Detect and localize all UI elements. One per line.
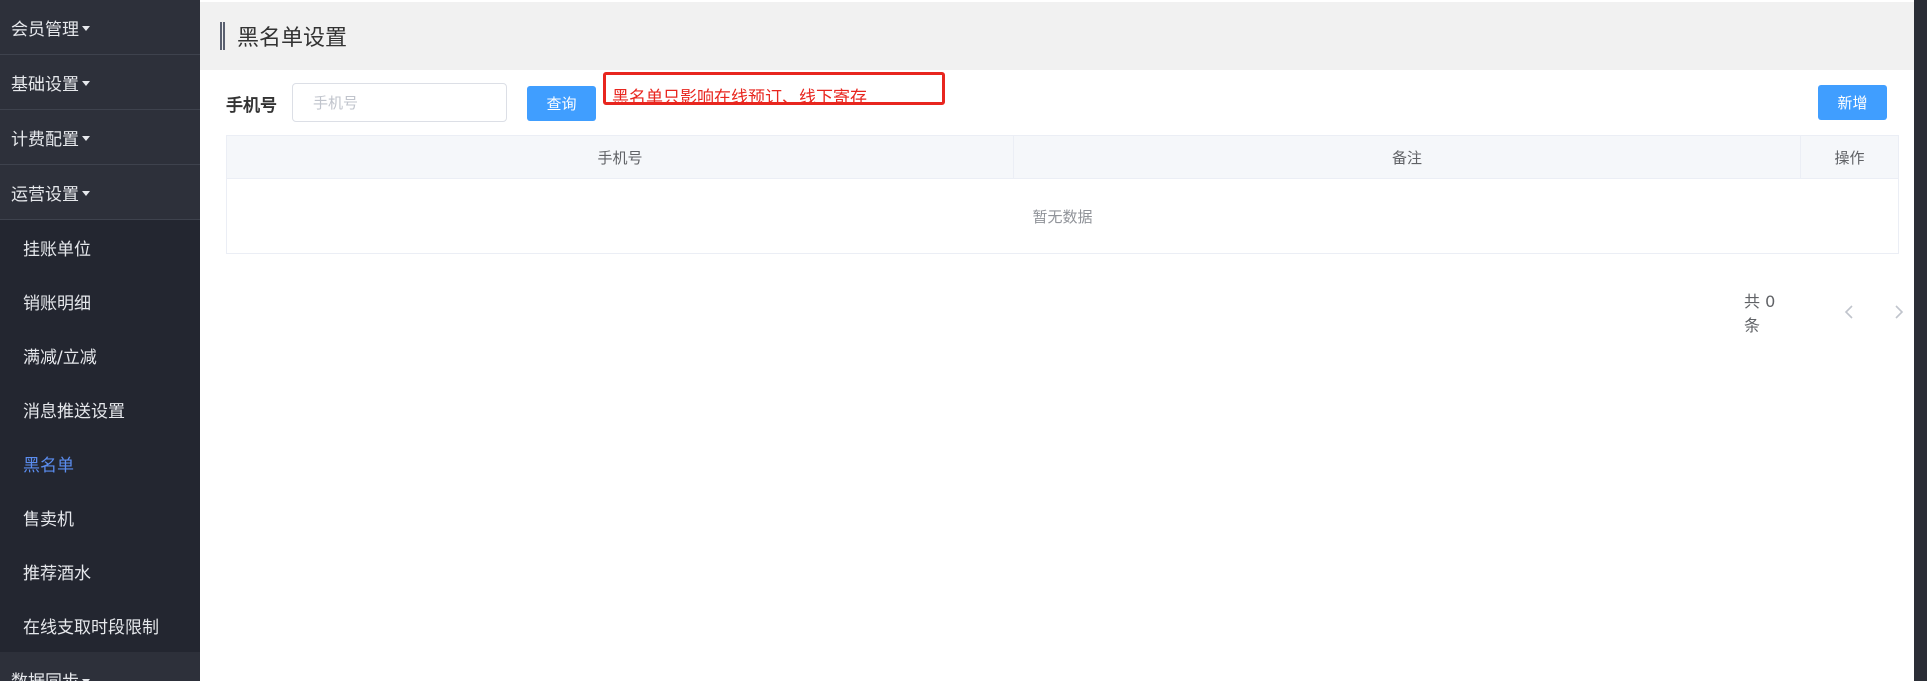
- caret-down-icon: [82, 191, 90, 196]
- chevron-right-icon: [1895, 305, 1904, 319]
- sidebar-item-label: 满减/立减: [23, 347, 97, 368]
- menu-group-basic[interactable]: 基础设置: [0, 55, 200, 110]
- menu-group-label: 基础设置: [11, 74, 79, 95]
- caret-down-icon: [82, 26, 90, 31]
- sidebar: 会员管理 基础设置 计费配置 运营设置 挂账单位 销账明细 满减/立减 消息推送…: [0, 0, 200, 681]
- column-header-remark: 备注: [1014, 136, 1801, 178]
- table-header-row: 手机号 备注 操作: [227, 136, 1898, 179]
- title-accent-bar: [220, 22, 225, 50]
- phone-search-input[interactable]: [292, 83, 507, 122]
- empty-text: 暂无数据: [1032, 207, 1093, 226]
- column-header-phone: 手机号: [227, 136, 1014, 178]
- caret-down-icon: [82, 136, 90, 141]
- sidebar-item-recommended-drinks[interactable]: 推荐酒水: [0, 544, 200, 598]
- chevron-left-icon: [1845, 305, 1853, 319]
- blacklist-table: 手机号 备注 操作 暂无数据: [226, 135, 1899, 254]
- caret-down-icon: [82, 81, 90, 86]
- menu-group-label: 计费配置: [11, 129, 79, 150]
- next-page-button[interactable]: [1884, 300, 1914, 324]
- sidebar-item-push-settings[interactable]: 消息推送设置: [0, 382, 200, 436]
- sidebar-item-label: 推荐酒水: [23, 563, 91, 584]
- sidebar-item-label: 黑名单: [23, 455, 74, 476]
- app-window: 会员管理 基础设置 计费配置 运营设置 挂账单位 销账明细 满减/立减 消息推送…: [0, 0, 1927, 681]
- menu-group-data-sync[interactable]: 数据同步: [0, 652, 200, 681]
- operations-submenu: 挂账单位 销账明细 满减/立减 消息推送设置 黑名单 售卖机 推荐酒水 在线支取…: [0, 220, 200, 652]
- menu-group-operations[interactable]: 运营设置: [0, 165, 200, 220]
- query-button[interactable]: 查询: [527, 86, 596, 121]
- pagination-total: 共 0 条: [1744, 292, 1776, 335]
- add-button[interactable]: 新增: [1818, 85, 1887, 120]
- sidebar-item-vending[interactable]: 售卖机: [0, 490, 200, 544]
- sidebar-item-label: 销账明细: [23, 293, 91, 314]
- sidebar-item-credit-unit[interactable]: 挂账单位: [0, 220, 200, 274]
- main-content: 黑名单设置 手机号 查询 黑名单只影响在线预订、线下寄存 新增 手机号 备注 操…: [200, 0, 1914, 681]
- sidebar-item-label: 挂账单位: [23, 239, 91, 260]
- phone-filter-label: 手机号: [226, 96, 277, 116]
- pagination: 共 0 条: [1744, 288, 1914, 336]
- window-right-edge: [1914, 0, 1927, 681]
- prev-page-button[interactable]: [1834, 300, 1864, 324]
- sidebar-item-online-withdraw-limit[interactable]: 在线支取时段限制: [0, 598, 200, 652]
- table-empty-state: 暂无数据: [227, 179, 1898, 253]
- notice-text: 黑名单只影响在线预订、线下寄存: [612, 88, 867, 108]
- sidebar-item-blacklist[interactable]: 黑名单: [0, 436, 200, 490]
- sidebar-item-label: 售卖机: [23, 509, 74, 530]
- column-header-action: 操作: [1834, 148, 1865, 167]
- sidebar-item-writeoff-detail[interactable]: 销账明细: [0, 274, 200, 328]
- sidebar-item-label: 在线支取时段限制: [23, 617, 159, 638]
- page-header: 黑名单设置: [200, 2, 1914, 70]
- page-title: 黑名单设置: [237, 26, 348, 51]
- menu-group-label: 运营设置: [11, 184, 79, 205]
- menu-group-billing[interactable]: 计费配置: [0, 110, 200, 165]
- menu-group-member[interactable]: 会员管理: [0, 0, 200, 55]
- menu-group-label: 数据同步: [11, 667, 79, 681]
- sidebar-item-label: 消息推送设置: [23, 401, 125, 422]
- sidebar-item-discount[interactable]: 满减/立减: [0, 328, 200, 382]
- menu-group-label: 会员管理: [11, 19, 79, 40]
